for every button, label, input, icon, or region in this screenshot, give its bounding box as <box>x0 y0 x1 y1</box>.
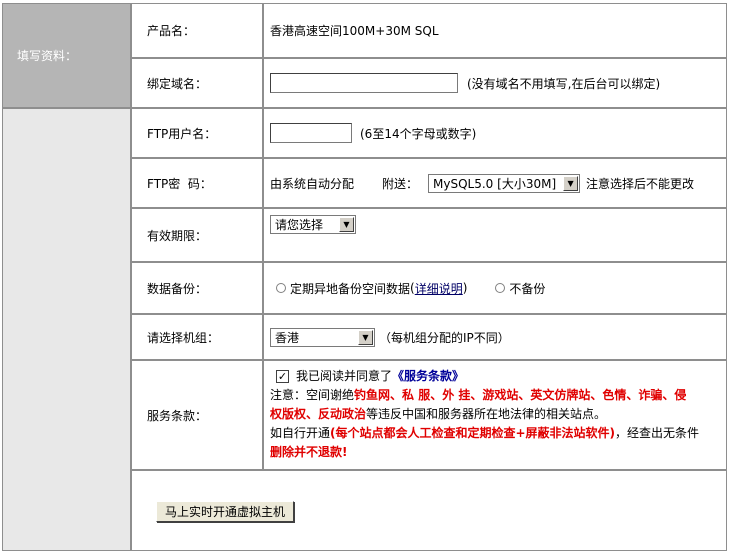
ftp-pass-value-cell: 由系统自动分配 附送： MySQL5.0 [大小30M] ▼ 注意选择后不能更改 <box>264 159 727 207</box>
backup-label-cell: 数据备份： <box>132 263 262 313</box>
server-selected: 香港 <box>275 330 300 345</box>
agree-text: 我已阅读并同意了 <box>296 369 393 383</box>
ftp-user-label-cell: FTP用户名： <box>132 109 262 157</box>
terms-line4-rest: ，经查出无条件 <box>615 426 700 440</box>
product-name: 香港高速空间100M+30M SQL <box>270 23 439 38</box>
agree-checkbox[interactable]: ✓ <box>276 370 289 383</box>
terms-text: ✓ 我已阅读并同意了 《服务条款》 注意：空间谢绝钓鱼网、私 服、外 挂、游戏站… <box>264 361 699 462</box>
grid-line <box>132 359 727 361</box>
domain-input[interactable] <box>270 73 458 93</box>
ftp-pass-label: FTP密 码： <box>147 176 212 191</box>
domain-label-cell: 绑定域名： <box>132 59 262 107</box>
backup-radio-periodic[interactable] <box>276 283 286 293</box>
product-value-cell: 香港高速空间100M+30M SQL <box>264 3 727 57</box>
backup-label: 数据备份： <box>147 281 208 296</box>
grid-line <box>2 107 727 109</box>
grid-line <box>132 157 727 159</box>
server-group-select[interactable]: 香港 ▼ <box>270 327 375 347</box>
product-label-cell: 产品名： <box>132 3 262 57</box>
chevron-down-icon[interactable]: ▼ <box>339 217 354 232</box>
grid-line <box>2 550 727 551</box>
order-form: 填写资料： 产品名： 香港高速空间100M+30M SQL 绑定域名： (没有域… <box>2 3 727 551</box>
backup-option2: 不备份 <box>509 281 546 296</box>
sidebar-section-header: 填写资料： <box>2 3 130 107</box>
paren-close: ) <box>462 281 468 295</box>
domain-hint: (没有域名不用填写,在后台可以绑定) <box>467 76 661 91</box>
ftp-pass-value: 由系统自动分配 <box>270 176 355 191</box>
terms-line2-red: 钓鱼网、私 服、外 挂、游戏站、英文仿牌站、色情、诈骗、侵 <box>354 388 687 402</box>
server-hint: （每机组分配的IP不同） <box>379 330 510 345</box>
grid-line <box>132 469 727 471</box>
sidebar-filler <box>2 109 130 551</box>
period-select[interactable]: 请您选择 ▼ <box>270 215 356 234</box>
grid-line <box>132 207 727 209</box>
backup-value-cell: 定期异地备份空间数据 (详细说明) 不备份 <box>264 263 727 313</box>
grid-line <box>262 3 264 469</box>
terms-value-cell: ✓ 我已阅读并同意了 《服务条款》 注意：空间谢绝钓鱼网、私 服、外 挂、游戏站… <box>264 361 727 469</box>
backup-option1: 定期异地备份空间数据 <box>290 281 411 296</box>
terms-line4-red: (每个站点都会人工检查和定期检查+屏蔽非法站软件) <box>330 426 616 440</box>
terms-line4-prefix: 如自行开通 <box>270 426 331 440</box>
mysql-addon-select[interactable]: MySQL5.0 [大小30M] ▼ <box>428 173 581 193</box>
server-value-cell: 香港 ▼ （每机组分配的IP不同） <box>264 315 727 359</box>
addon-label: 附送： <box>382 176 419 191</box>
ftp-user-value-cell: (6至14个字母或数字) <box>264 109 727 157</box>
submit-row: 马上实时开通虚拟主机 <box>132 471 727 551</box>
terms-link[interactable]: 《服务条款》 <box>392 367 464 386</box>
domain-label: 绑定域名： <box>147 76 208 91</box>
chevron-down-icon[interactable]: ▼ <box>358 329 373 345</box>
grid-line <box>2 3 3 551</box>
period-label-cell: 有效期限： <box>132 209 262 261</box>
sidebar-section-label: 填写资料： <box>17 48 78 63</box>
backup-details-link[interactable]: 详细说明 <box>415 280 463 297</box>
grid-line <box>132 261 727 263</box>
terms-line5-red: 删除并不退款! <box>270 445 348 459</box>
terms-line3-red: 权版权、反动政治 <box>270 407 367 421</box>
ftp-user-hint: (6至14个字母或数字) <box>360 126 477 141</box>
domain-value-cell: (没有域名不用填写,在后台可以绑定) <box>264 59 727 107</box>
server-label-cell: 请选择机组： <box>132 315 262 359</box>
backup-radio-none[interactable] <box>495 283 506 293</box>
period-selected: 请您选择 <box>275 218 324 232</box>
ftp-user-label: FTP用户名： <box>147 126 217 141</box>
submit-open-host-button[interactable]: 马上实时开通虚拟主机 <box>156 501 295 522</box>
chevron-down-icon[interactable]: ▼ <box>563 175 579 191</box>
terms-line2-prefix: 注意：空间谢绝 <box>270 388 355 402</box>
grid-line <box>2 3 727 4</box>
addon-note: 注意选择后不能更改 <box>586 176 695 191</box>
terms-line3-rest: 等违反中国和服务器所在地法律的相关站点。 <box>366 407 607 421</box>
grid-line <box>132 313 727 315</box>
ftp-pass-label-cell: FTP密 码： <box>132 159 262 207</box>
terms-label-cell: 服务条款： <box>132 361 262 469</box>
product-label: 产品名： <box>147 23 196 38</box>
terms-label: 服务条款： <box>147 408 208 423</box>
mysql-addon-selected: MySQL5.0 [大小30M] <box>433 176 557 191</box>
server-label: 请选择机组： <box>147 330 220 345</box>
period-label: 有效期限： <box>147 228 208 243</box>
ftp-username-input[interactable] <box>270 123 352 143</box>
period-value-cell: 请您选择 ▼ <box>264 209 727 261</box>
grid-line <box>132 57 727 59</box>
